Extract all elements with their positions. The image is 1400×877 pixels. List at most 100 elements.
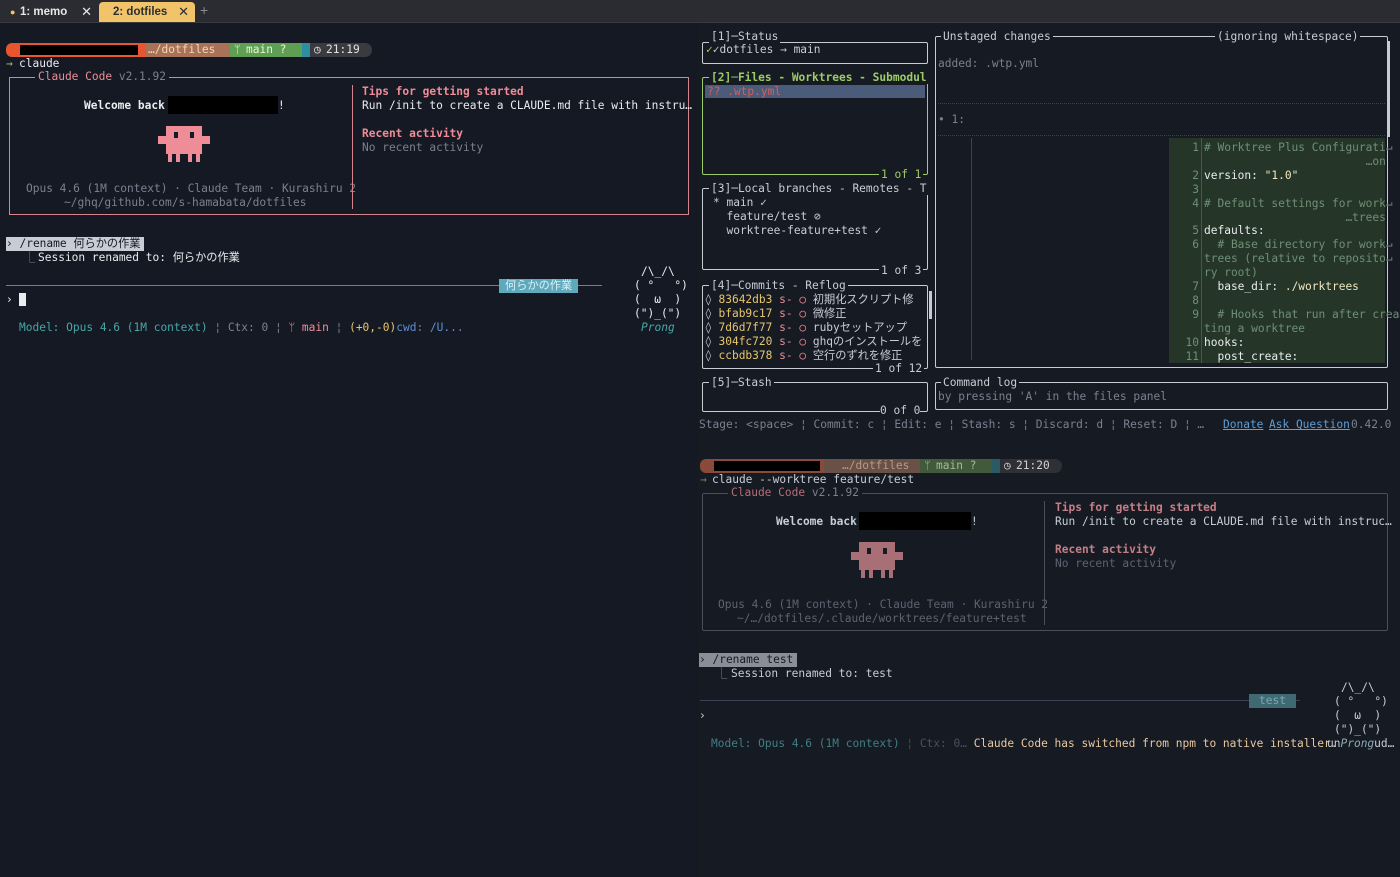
cwd-path: ~/…/dotfiles/.claude/worktrees/feature+t…	[737, 612, 1027, 625]
model-line: Opus 4.6 (1M context) · Claude Team · Ku…	[718, 598, 1049, 611]
powerline-git-segment: ᛘ main ?	[230, 43, 302, 57]
rename-result: Session renamed to: 何らかの作業	[38, 251, 240, 264]
input-cursor[interactable]	[19, 293, 26, 306]
powerline-time-segment: ◷ 21:19	[310, 43, 372, 57]
commit-hash: 7d6d7f77	[718, 321, 773, 334]
commit-msg: ghqのインストールを	[812, 335, 923, 348]
status-ctx: Ctx: 0…	[919, 737, 967, 750]
tips-title: Tips for getting started	[362, 85, 524, 98]
tab-dotfiles[interactable]: 2: dotfiles ✕	[99, 2, 195, 22]
hunk-separator	[938, 135, 1385, 136]
lg-commit-row[interactable]: ◊ 83642db3 s- ○ 初期化スクリプト修	[705, 293, 914, 307]
lg-branch-item[interactable]: * main ✓	[713, 196, 767, 210]
powerline-git-segment: ᛘ main ?	[920, 459, 992, 473]
lg-cmdlog-title: Command log	[941, 376, 1020, 389]
cat-suffix: ud…	[1374, 737, 1395, 750]
claude-title: Claude Code v2.1.92	[35, 70, 169, 84]
status-branch: main	[301, 321, 329, 334]
powerline-separator	[302, 43, 310, 57]
lg-whitespace: (ignoring whitespace)	[1215, 30, 1361, 43]
session-tag: test	[1249, 694, 1296, 708]
cwd-path: ~/ghq/github.com/s-hamabata/dotfiles	[64, 196, 307, 209]
tab-memo[interactable]: ● 1: memo ✕	[6, 2, 98, 22]
prompt-command: claude --worktree feature/test	[712, 473, 915, 486]
commit-hash: ccbdb378	[718, 349, 773, 362]
redacted-username	[859, 512, 971, 530]
recent-title: Recent activity	[362, 127, 464, 140]
claude-version: v2.1.92	[811, 486, 859, 499]
rename-result: Session renamed to: test	[731, 667, 893, 680]
claude-title-text: Claude Code	[38, 70, 113, 83]
commit-author: s-	[779, 321, 793, 334]
powerline-dir-segment: …/dotfiles	[824, 459, 920, 473]
close-icon[interactable]: ✕	[178, 2, 189, 22]
powerline-prompt: …/dotfiles ᛘ main ? ◷ 21:20	[700, 459, 1064, 473]
claude-version: v2.1.92	[118, 70, 166, 83]
input-prompt[interactable]: ›	[699, 709, 706, 723]
model-line: Opus 4.6 (1M context) · Claude Team · Ku…	[26, 182, 357, 195]
tab-label: 1: memo	[20, 6, 68, 18]
cat-line: ( ° °)	[634, 279, 688, 292]
lg-commit-row[interactable]: ◊ bfab9c17 s- ○ 微修正	[705, 307, 846, 321]
lg-files-title: [2]─Files - Worktrees - Submodul	[709, 71, 929, 84]
status-cwd-label: cwd:	[396, 321, 424, 334]
old-gutter	[941, 138, 972, 360]
code-line: ry root)	[1204, 266, 1258, 280]
lg-commit-row[interactable]: ◊ 7d6d7f77 s- ○ rubyセットアップ	[705, 321, 907, 335]
lg-hunk: • 1:	[938, 113, 965, 126]
scrollbar[interactable]	[1387, 41, 1390, 137]
status-notice: Claude Code has switched from npm to nat…	[973, 737, 1338, 750]
recent-text: No recent activity	[1055, 557, 1177, 570]
status-cwd: /U...	[429, 321, 464, 334]
prompt-dir: …/dotfiles	[148, 43, 216, 56]
lg-file-item[interactable]: ?? .wtp.yml	[707, 85, 781, 99]
terminal-pane-left[interactable]: …/dotfiles ᛘ main ? ◷ 21:19 → claude Cla…	[0, 23, 696, 877]
lg-stash-count: 0 of 0	[880, 404, 921, 418]
powerline-prompt: …/dotfiles ᛘ main ? ◷ 21:19	[6, 43, 372, 57]
status-line: Model: Opus 4.6 (1M context) ¦ Ctx: 0… C…	[711, 737, 1338, 750]
lg-branches-title: [3]─Local branches - Remotes - T	[709, 182, 929, 195]
tips-title: Tips for getting started	[1055, 501, 1217, 514]
ask-question-link[interactable]: Ask Question	[1269, 418, 1350, 432]
recent-title: Recent activity	[1055, 543, 1157, 556]
input-divider	[700, 700, 1300, 701]
lg-commit-row[interactable]: ◊ 304fc720 s- ○ ghqのインストールを	[705, 335, 922, 349]
clock-icon: ◷	[314, 43, 321, 56]
close-icon[interactable]: ✕	[81, 2, 92, 22]
code-line: …on	[1204, 154, 1386, 168]
divider	[1044, 501, 1045, 625]
line-number: 10	[1185, 335, 1199, 349]
plus-icon[interactable]: +	[200, 2, 208, 18]
branch-icon: ᛘ	[924, 459, 931, 472]
welcome-text: Welcome back	[84, 99, 165, 112]
status-model: Model: Opus 4.6 (1M context)	[19, 321, 208, 334]
scrollbar[interactable]	[929, 291, 932, 319]
code-line: # Worktree Plus Configurati↵	[1204, 141, 1393, 154]
line-number: 9	[1192, 307, 1199, 321]
hunk-separator	[938, 103, 1385, 104]
cat-line: (")_(")	[1334, 723, 1382, 736]
code-line: # Hooks that run after crea↵	[1204, 307, 1400, 321]
terminal-pane-right[interactable]: [1]─Status ✓✓dotfiles → main [2]─Files -…	[697, 23, 1400, 877]
lg-commit-row[interactable]: ◊ ccbdb378 s- ○ 空行のずれを修正	[705, 349, 902, 363]
lg-status-title: [1]─Status	[709, 30, 781, 43]
commit-author: s-	[779, 335, 793, 348]
donate-link[interactable]: Donate	[1223, 418, 1263, 432]
tab-bar: ● 1: memo ✕ 2: dotfiles ✕ +	[0, 0, 1400, 23]
branch-icon: ᛘ	[288, 321, 302, 334]
lg-status-text: ✓✓dotfiles → main	[706, 43, 821, 56]
divider	[352, 85, 353, 209]
lg-branch-item[interactable]: worktree-feature+test ✓	[713, 224, 881, 238]
lg-unstaged-title: Unstaged changes	[941, 30, 1053, 43]
lg-added: added: .wtp.yml	[938, 57, 1040, 70]
commit-msg: rubyセットアップ	[812, 321, 907, 334]
powerline-time-segment: ◷ 21:20	[1000, 459, 1062, 473]
line-number: 11	[1185, 349, 1199, 363]
cat-name: Prong	[1340, 737, 1375, 750]
code-line: …trees	[1204, 210, 1386, 224]
status-diff: (+0,-0)	[349, 321, 397, 334]
cat-line: (")_(")	[634, 307, 682, 320]
prompt-command: claude	[19, 57, 60, 70]
lg-branch-item[interactable]: feature/test ⊘	[713, 210, 820, 224]
lg-commits-title: [4]─Commits - Reflog	[709, 279, 848, 292]
